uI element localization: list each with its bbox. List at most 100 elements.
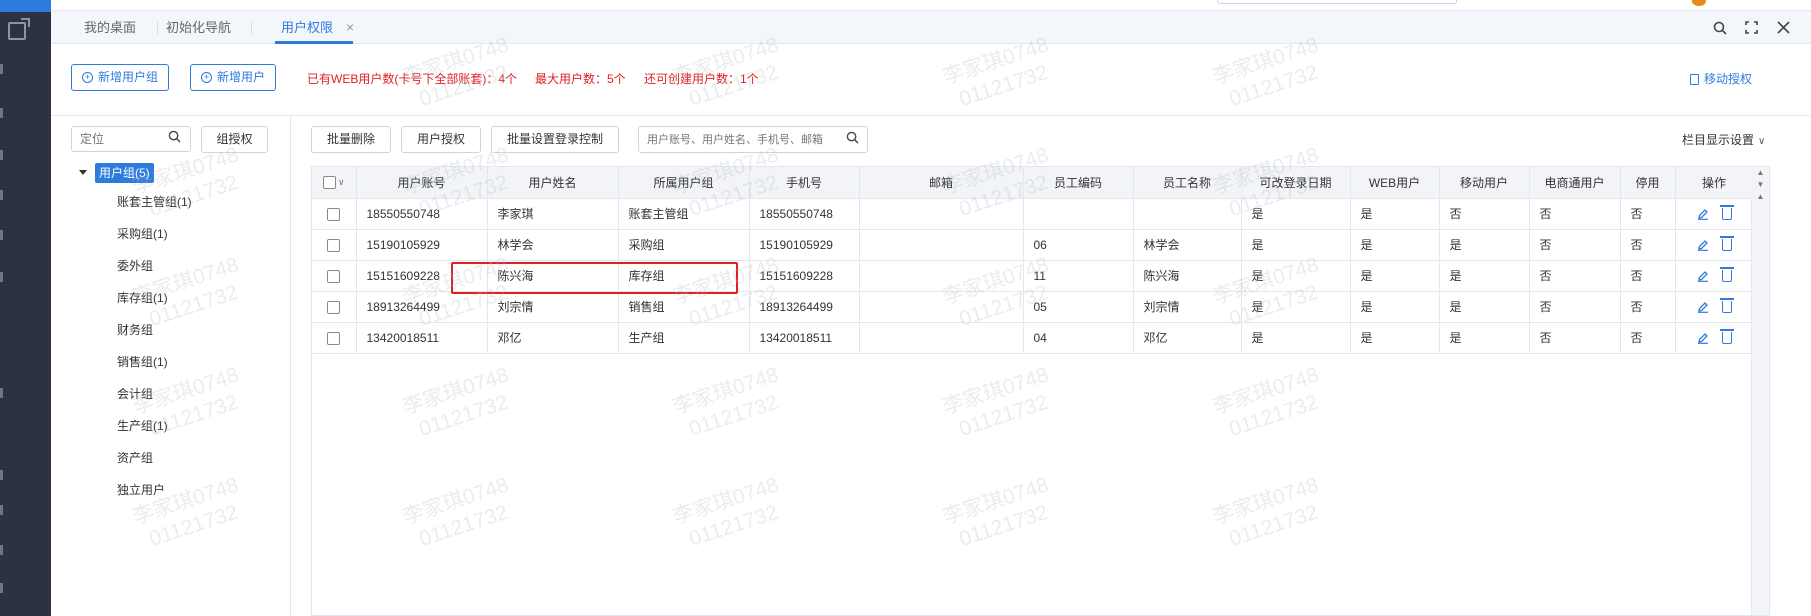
column-header: 手机号 xyxy=(749,167,860,199)
table-cell xyxy=(859,291,1024,323)
edit-icon[interactable] xyxy=(1697,332,1710,345)
global-search-input[interactable] xyxy=(1217,0,1457,4)
table-row[interactable]: 18550550748 李家琪 账套主管组 18550550748 是是否否否 xyxy=(312,198,1754,230)
user-auth-button[interactable]: 用户授权 xyxy=(401,126,481,153)
tree-node[interactable]: 独立用户 xyxy=(117,481,165,499)
search-icon[interactable] xyxy=(846,131,859,147)
tree-node[interactable]: 会计组 xyxy=(117,385,153,403)
delete-icon[interactable] xyxy=(1719,298,1734,314)
tree-node[interactable]: 资产组 xyxy=(117,449,153,467)
chevron-down-icon[interactable]: ∨ xyxy=(338,177,345,187)
scroll-up-icon[interactable]: ▲ xyxy=(1752,191,1769,203)
row-select-cell[interactable] xyxy=(312,260,357,292)
batch-login-control-button[interactable]: 批量设置登录控制 xyxy=(491,126,619,153)
table-cell: 是 xyxy=(1350,260,1440,292)
tree-node[interactable]: 委外组 xyxy=(117,257,153,275)
rail-item[interactable] xyxy=(0,64,3,74)
row-checkbox[interactable] xyxy=(327,331,341,345)
rail-item[interactable] xyxy=(0,272,3,282)
workspace-icon[interactable] xyxy=(8,18,30,40)
tree-root-user-groups[interactable]: 用户组(5) xyxy=(79,163,154,183)
search-icon[interactable] xyxy=(1708,11,1732,44)
table-cell: 否 xyxy=(1529,198,1621,230)
rail-item[interactable] xyxy=(0,505,3,515)
row-select-cell[interactable] xyxy=(312,291,357,323)
rail-item[interactable] xyxy=(0,230,3,240)
chevron-down-icon: ∨ xyxy=(1758,136,1766,147)
row-checkbox[interactable] xyxy=(327,207,341,221)
group-auth-button[interactable]: 组授权 xyxy=(201,126,268,153)
scroll-up-icon[interactable]: ▲ xyxy=(1752,167,1769,179)
tree-node[interactable]: 采购组(1) xyxy=(117,225,168,243)
search-icon[interactable] xyxy=(168,130,181,146)
delete-icon[interactable] xyxy=(1719,329,1734,345)
close-icon[interactable] xyxy=(1771,11,1795,44)
delete-icon[interactable] xyxy=(1719,236,1734,252)
table-cell: 销售组 xyxy=(618,291,750,323)
batch-delete-button[interactable]: 批量删除 xyxy=(311,126,391,153)
rail-item[interactable] xyxy=(0,470,3,480)
row-select-cell[interactable] xyxy=(312,322,357,354)
table-cell: 邓亿 xyxy=(1133,322,1242,354)
table-cell: 是 xyxy=(1241,229,1351,261)
tree-node[interactable]: 库存组(1) xyxy=(117,289,168,307)
row-select-cell[interactable] xyxy=(312,229,357,261)
tab-divider xyxy=(251,22,252,34)
table-cell: 18913264499 xyxy=(356,291,488,323)
tab-desktop[interactable]: 我的桌面 xyxy=(84,11,136,44)
user-search-input[interactable] xyxy=(638,126,868,153)
rail-item[interactable] xyxy=(0,583,3,593)
table-cell: 否 xyxy=(1529,260,1621,292)
edit-icon[interactable] xyxy=(1697,301,1710,314)
column-display-settings[interactable]: 栏目显示设置 ∨ xyxy=(1682,131,1765,148)
table-cell: 18550550748 xyxy=(749,198,860,230)
header-select-all[interactable]: ∨ xyxy=(312,167,357,199)
add-user-group-button[interactable]: + 新增用户组 xyxy=(71,64,170,91)
tree-node[interactable]: 账套主管组(1) xyxy=(117,193,192,211)
table-cell: 否 xyxy=(1529,229,1621,261)
mobile-auth-label: 移动授权 xyxy=(1704,72,1753,86)
tab-close-icon[interactable]: × xyxy=(346,11,354,44)
rail-item[interactable] xyxy=(0,388,3,398)
user-group-tree-panel: 组授权 用户组(5) 账套主管组(1) 采购组(1) 委外组 库存组(1) 财务… xyxy=(51,116,291,616)
tabs-bar: 我的桌面 初始化导航 用户权限 × xyxy=(51,11,1811,44)
fullscreen-icon[interactable] xyxy=(1739,11,1763,44)
table-row[interactable]: 15151609228 陈兴海 库存组 15151609228 11 陈兴海是是是否否 xyxy=(312,260,1754,292)
table-row[interactable]: 13420018511 邓亿 生产组 13420018511 04 邓亿是是是否否 xyxy=(312,322,1754,354)
table-cell: 是 xyxy=(1241,260,1351,292)
delete-icon[interactable] xyxy=(1719,205,1734,221)
rail-item[interactable] xyxy=(0,190,3,200)
table-cell: 否 xyxy=(1620,322,1676,354)
table-cell: 否 xyxy=(1620,229,1676,261)
edit-icon[interactable] xyxy=(1697,270,1710,283)
add-user-button[interactable]: + 新增用户 xyxy=(190,64,277,91)
tab-user-permissions[interactable]: 用户权限 xyxy=(274,11,354,44)
column-header: 所属用户组 xyxy=(618,167,750,199)
table-cell: 采购组 xyxy=(618,229,750,261)
scroll-down-icon[interactable]: ▼ xyxy=(1752,179,1769,191)
select-all-checkbox[interactable] xyxy=(322,176,336,190)
rail-item[interactable] xyxy=(0,545,3,555)
tree-node[interactable]: 销售组(1) xyxy=(117,353,168,371)
rail-item[interactable] xyxy=(0,108,3,118)
caret-down-icon[interactable] xyxy=(79,170,87,175)
table-cell: 是 xyxy=(1350,198,1440,230)
row-checkbox[interactable] xyxy=(327,300,341,314)
row-select-cell[interactable] xyxy=(312,198,357,230)
row-checkbox[interactable] xyxy=(327,238,341,252)
table-cell xyxy=(1133,198,1242,230)
table-scrollbar[interactable]: ▲ ▼ ▲ xyxy=(1752,166,1770,616)
rail-item[interactable] xyxy=(0,150,3,160)
row-checkbox[interactable] xyxy=(327,269,341,283)
edit-icon[interactable] xyxy=(1697,208,1710,221)
tab-init-nav[interactable]: 初始化导航 xyxy=(166,11,231,44)
delete-icon[interactable] xyxy=(1719,267,1734,283)
mobile-auth-link[interactable]: 移动授权 xyxy=(1690,70,1752,87)
table-row[interactable]: 18913264499 刘宗情 销售组 18913264499 05 刘宗情是是是否否 xyxy=(312,291,1754,323)
edit-icon[interactable] xyxy=(1697,239,1710,252)
table-row[interactable]: 15190105929 林学会 采购组 15190105929 06 林学会是是是否否 xyxy=(312,229,1754,261)
tree-node[interactable]: 生产组(1) xyxy=(117,417,168,435)
tree-node[interactable]: 财务组 xyxy=(117,321,153,339)
user-table: ∨ 用户账号 用户姓名 所属用户组 手机号 邮箱 员工编码 员工名称 可改登录日… xyxy=(311,166,1754,616)
column-header: 移动用户 xyxy=(1439,167,1530,199)
